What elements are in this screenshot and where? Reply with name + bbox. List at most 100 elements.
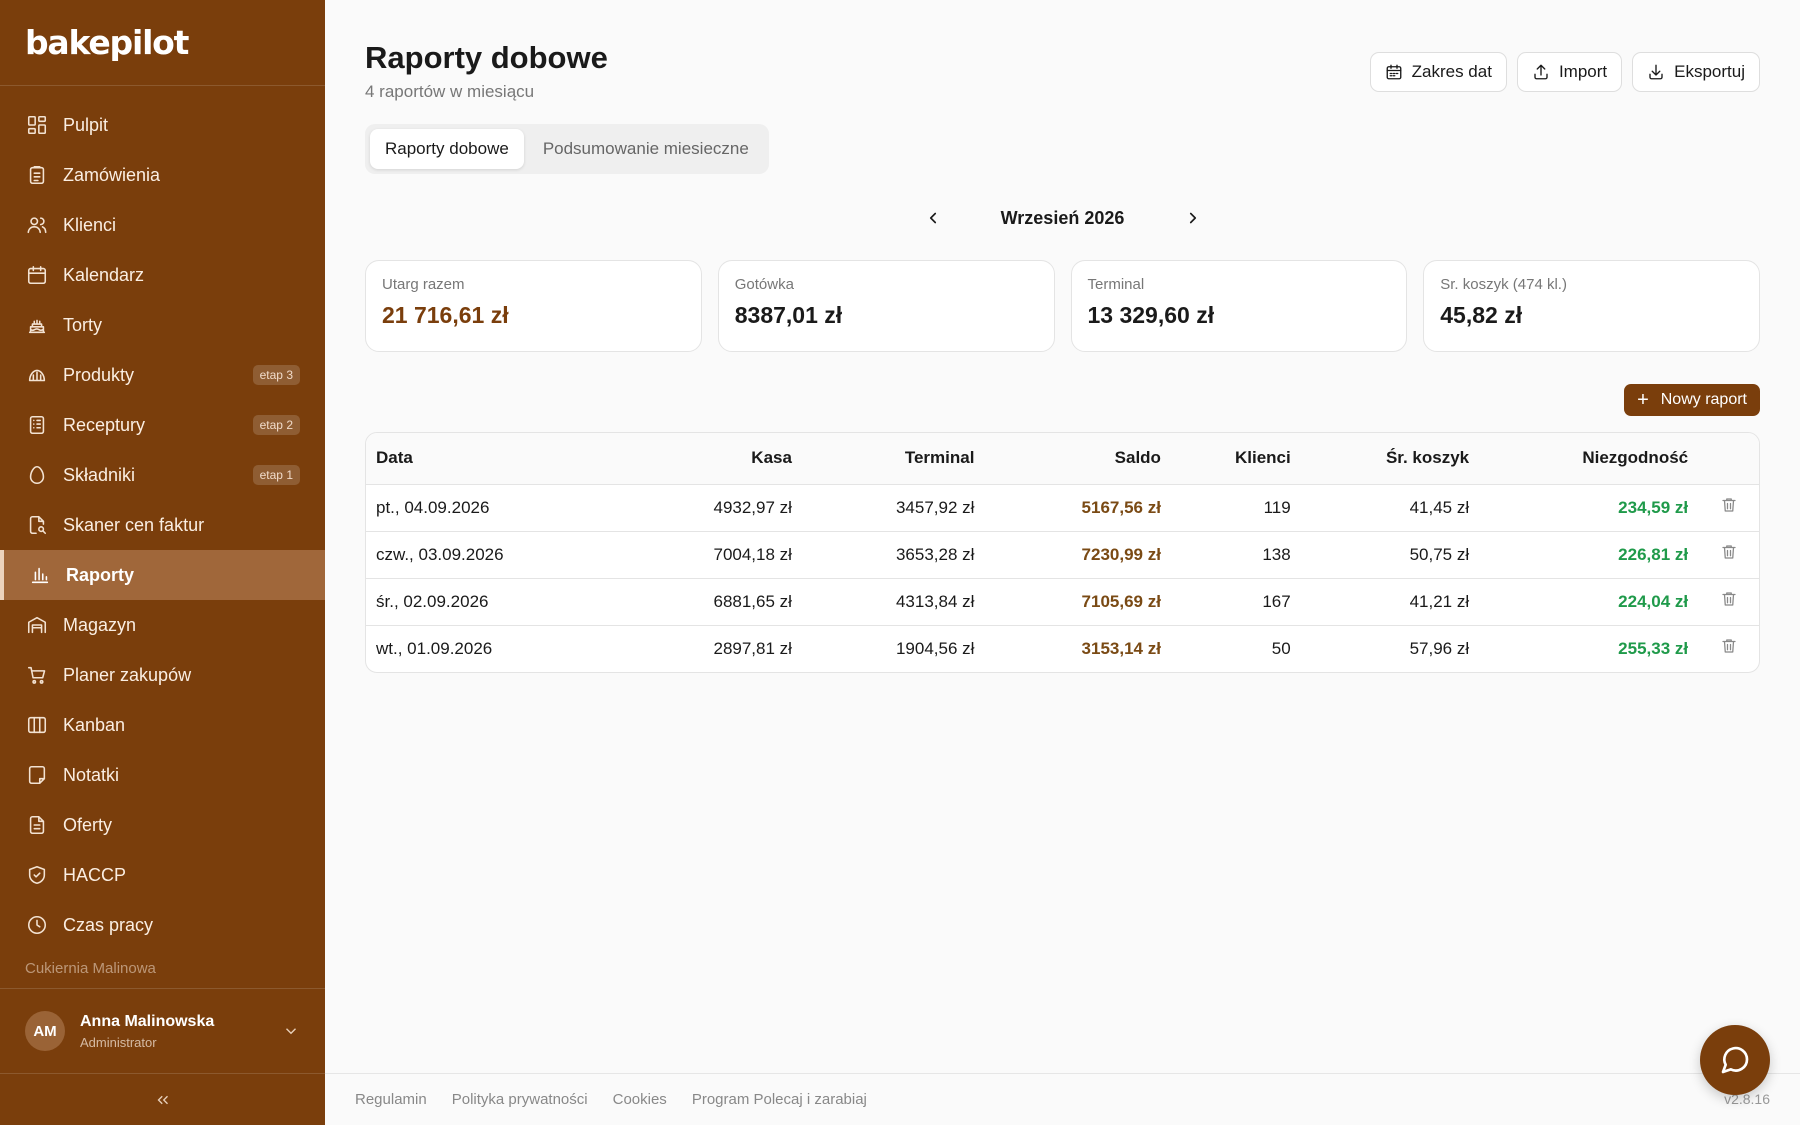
sidebar-item-calendar[interactable]: Kalendarz — [0, 250, 325, 300]
sidebar-item-file-scan[interactable]: Skaner cen faktur — [0, 500, 325, 550]
stat-card-total-revenue: Utarg razem 21 716,61 zł — [365, 260, 702, 352]
cell-clients: 119 — [1170, 484, 1301, 532]
sidebar-item-dashboard[interactable]: Pulpit — [0, 100, 325, 150]
cell-avg-basket: 50,75 zł — [1300, 531, 1480, 579]
sidebar-nav: Pulpit Zamówienia Klienci Kalendarz Torty Pro… — [0, 86, 325, 950]
footer-link-referral[interactable]: Program Polecaj i zarabiaj — [692, 1091, 867, 1108]
cell-clients: 50 — [1271, 638, 1291, 658]
sidebar-item-warehouse[interactable]: Magazyn — [0, 600, 325, 650]
column-header-avg-basket[interactable]: Śr. koszyk — [1300, 433, 1480, 485]
download-icon — [1649, 64, 1663, 80]
sidebar-item-kanban[interactable]: Kanban — [0, 700, 325, 750]
sidebar-item-label: Kanban — [63, 714, 126, 735]
tab-daily-reports[interactable]: Raporty dobowe — [370, 129, 524, 169]
sidebar-item-cart[interactable]: Planer zakupów — [0, 650, 325, 700]
stat-card-cash: Gotówka 8387,01 zł — [717, 260, 1055, 352]
sidebar-item-label: Notatki — [63, 764, 120, 785]
table-row[interactable]: wt., 01.09.2026 2897,81 zł 1904,56 zł 3153,… — [366, 625, 1759, 672]
cell-cash: 6881,65 zł — [619, 578, 802, 626]
cell-discrepancy: 255,33 zł — [1618, 638, 1689, 658]
collapse-sidebar-button[interactable] — [0, 1074, 325, 1125]
stage-badge: etap 1 — [252, 465, 300, 485]
stat-card-avg-basket: Sr. koszyk (474 kl.) 45,82 zł — [1423, 260, 1760, 352]
header-actions: Zakres dat Import Eksportuj — [1369, 52, 1760, 92]
egg-icon — [26, 464, 48, 486]
stage-badge: etap 3 — [252, 365, 300, 385]
table-row[interactable]: czw., 03.09.2026 7004,18 zł 3653,28 zł 7230… — [366, 531, 1759, 579]
page-title: Raporty dobowe — [365, 40, 608, 75]
import-button[interactable]: Import — [1516, 52, 1623, 92]
tab-monthly-summary[interactable]: Podsumowanie miesieczne — [528, 129, 764, 169]
chevron-down-icon[interactable] — [282, 1022, 300, 1040]
sidebar-item-label: Oferty — [63, 814, 113, 835]
previous-month-button[interactable] — [915, 200, 951, 236]
cell-discrepancy: 234,59 zł — [1479, 484, 1699, 532]
sidebar-item-clock[interactable]: Czas pracy — [0, 900, 325, 950]
sidebar: bakepilot Pulpit Zamówienia Klienci Kalenda… — [0, 0, 325, 1125]
avatar: AM — [25, 1011, 65, 1051]
date-range-button[interactable]: Zakres dat — [1369, 52, 1507, 92]
stat-value: 45,82 zł — [1440, 302, 1523, 328]
cell-clients: 138 — [1170, 531, 1301, 579]
column-header-terminal[interactable]: Terminal — [801, 433, 985, 485]
cell-discrepancy: 226,81 zł — [1479, 531, 1699, 579]
footer-link-cookies[interactable]: Cookies — [613, 1091, 667, 1108]
month-navigator: Wrzesień 2026 — [325, 200, 1800, 236]
cell-cash: 2897,81 zł — [713, 638, 792, 658]
delete-report-button[interactable] — [1698, 625, 1759, 672]
cake-icon — [26, 314, 48, 336]
column-header-discrepancy[interactable]: Niezgodność — [1479, 433, 1699, 485]
bar-chart-icon — [29, 564, 51, 586]
column-header-date[interactable]: Data — [366, 433, 620, 485]
cell-avg-basket: 41,21 zł — [1300, 578, 1480, 626]
footer-link-terms[interactable]: Regulamin — [355, 1091, 427, 1108]
footer-link-privacy[interactable]: Polityka prywatności — [452, 1091, 588, 1108]
sidebar-item-label: Produkty — [63, 364, 135, 385]
calendar-icon — [1386, 64, 1402, 80]
summary-stats: Utarg razem 21 716,61 zł Gotówka 8387,01… — [365, 260, 1760, 352]
sidebar-item-label: Składniki — [63, 464, 136, 485]
cart-icon — [26, 664, 48, 686]
page-subtitle: 4 raportów w miesiącu — [365, 82, 535, 101]
new-report-button[interactable]: + Nowy raport — [1624, 384, 1760, 416]
sidebar-item-cake[interactable]: Torty — [0, 300, 325, 350]
sidebar-item-clipboard[interactable]: Zamówienia — [0, 150, 325, 200]
user-menu[interactable]: AM Anna Malinowska Administrator — [0, 988, 325, 1074]
stat-label: Gotówka — [734, 276, 794, 293]
column-header-cash[interactable]: Kasa — [619, 433, 802, 485]
sidebar-item-users[interactable]: Klienci — [0, 200, 325, 250]
sidebar-item-croissant[interactable]: Produkty etap 3 — [0, 350, 325, 400]
sidebar-item-shield-check[interactable]: HACCP — [0, 850, 325, 900]
chat-button[interactable] — [1700, 1025, 1770, 1095]
upload-icon — [1534, 64, 1548, 80]
stat-value: 21 716,61 zł — [382, 302, 509, 328]
warehouse-icon — [26, 614, 48, 636]
plus-icon: + — [1637, 389, 1649, 411]
delete-report-button[interactable] — [1698, 578, 1759, 626]
sidebar-item-label: Magazyn — [63, 614, 137, 635]
user-role: Administrator — [80, 1034, 157, 1050]
stat-label: Utarg razem — [382, 276, 465, 293]
sidebar-item-bar-chart[interactable]: Raporty — [0, 550, 325, 600]
sidebar-item-label: HACCP — [63, 864, 127, 885]
cell-terminal: 3457,92 zł — [801, 484, 985, 532]
document-icon — [26, 814, 48, 836]
users-icon — [26, 214, 48, 236]
column-header-clients[interactable]: Klienci — [1170, 433, 1301, 485]
next-month-button[interactable] — [1175, 200, 1211, 236]
delete-report-button[interactable] — [1698, 531, 1759, 579]
sidebar-item-recipe[interactable]: Receptury etap 2 — [0, 400, 325, 450]
cell-discrepancy: 224,04 zł — [1479, 578, 1699, 626]
sidebar-item-egg[interactable]: Składniki etap 1 — [0, 450, 325, 500]
table-row[interactable]: pt., 04.09.2026 4932,97 zł 3457,92 zł 5167,… — [366, 484, 1759, 532]
footer: Regulamin Polityka prywatności Cookies P… — [325, 1073, 1800, 1125]
sidebar-item-label: Klienci — [63, 214, 117, 235]
delete-report-button[interactable] — [1698, 484, 1759, 532]
table-row[interactable]: śr., 02.09.2026 6881,65 zł 4313,84 zł 7105,… — [366, 578, 1759, 626]
column-header-balance[interactable]: Saldo — [984, 433, 1171, 485]
sidebar-item-note[interactable]: Notatki — [0, 750, 325, 800]
export-button[interactable]: Eksportuj — [1632, 52, 1760, 92]
sidebar-item-label: Czas pracy — [63, 914, 154, 935]
sidebar-item-document[interactable]: Oferty — [0, 800, 325, 850]
logo[interactable]: bakepilot — [0, 0, 325, 86]
